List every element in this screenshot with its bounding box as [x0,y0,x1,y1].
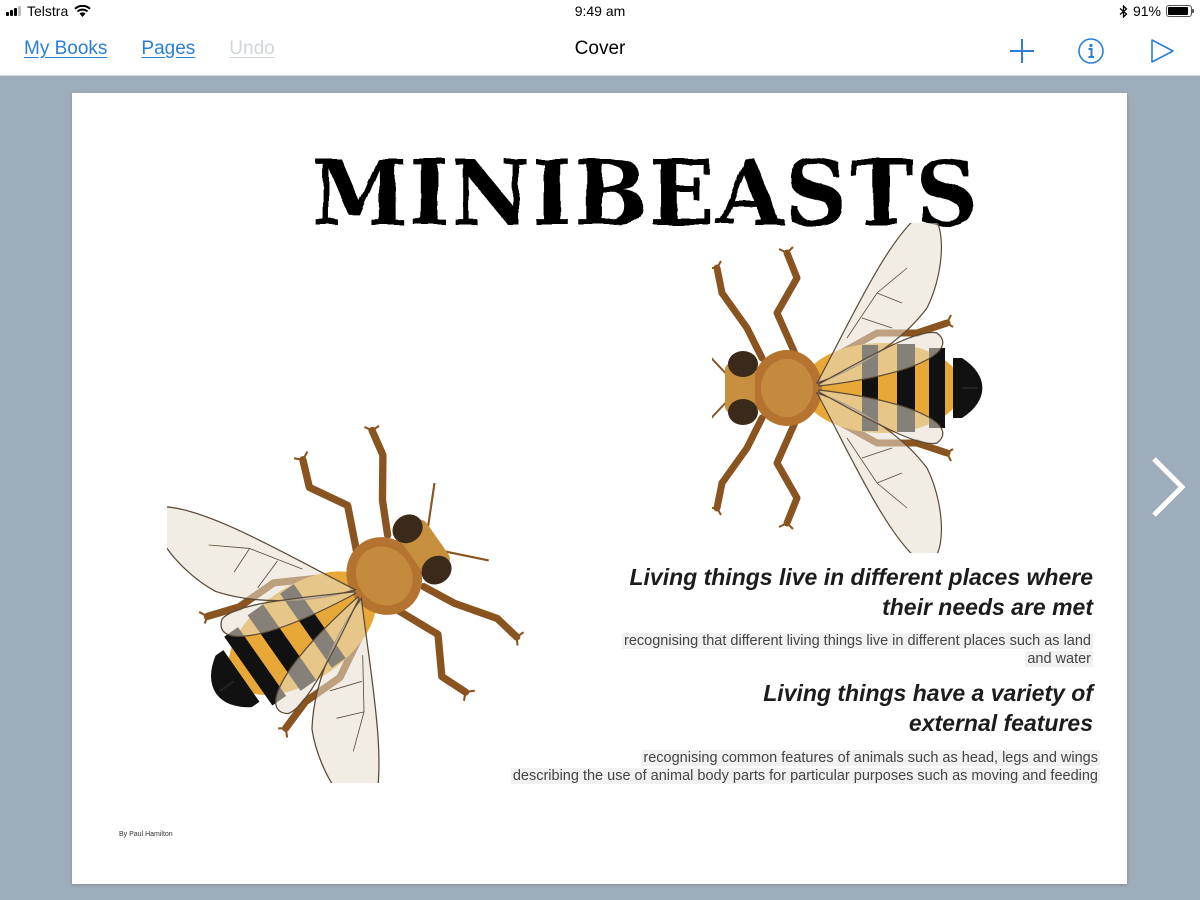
byline: By Paul Hamilton [119,831,173,838]
bee-illustration [167,393,567,783]
section-heading: Living things have a variety of external… [763,680,1093,736]
pages-button[interactable]: Pages [141,38,195,60]
status-bar: Telstra 9:49 am 91% [0,0,1200,24]
chevron-right-icon[interactable] [1148,455,1188,519]
clock: 9:49 am [574,3,626,19]
book-page-cover[interactable]: MINIBEASTS Living things live in differe… [72,93,1127,884]
section-description: recognising common features of animals s… [510,750,1100,784]
bluetooth-icon [1119,4,1128,18]
bee-illustration [712,223,1032,553]
my-books-button[interactable]: My Books [24,38,107,60]
undo-button[interactable]: Undo [229,38,274,60]
play-icon[interactable] [1147,36,1177,66]
section-heading: Living things live in different places w… [629,564,1093,620]
info-icon[interactable] [1076,36,1106,66]
toolbar: My Books Pages Undo Cover [0,24,1200,76]
section-description: recognising that different living things… [622,633,1093,667]
battery-icon [1166,5,1194,17]
plus-icon[interactable] [1007,36,1037,66]
battery-percent: 91% [1132,3,1161,19]
